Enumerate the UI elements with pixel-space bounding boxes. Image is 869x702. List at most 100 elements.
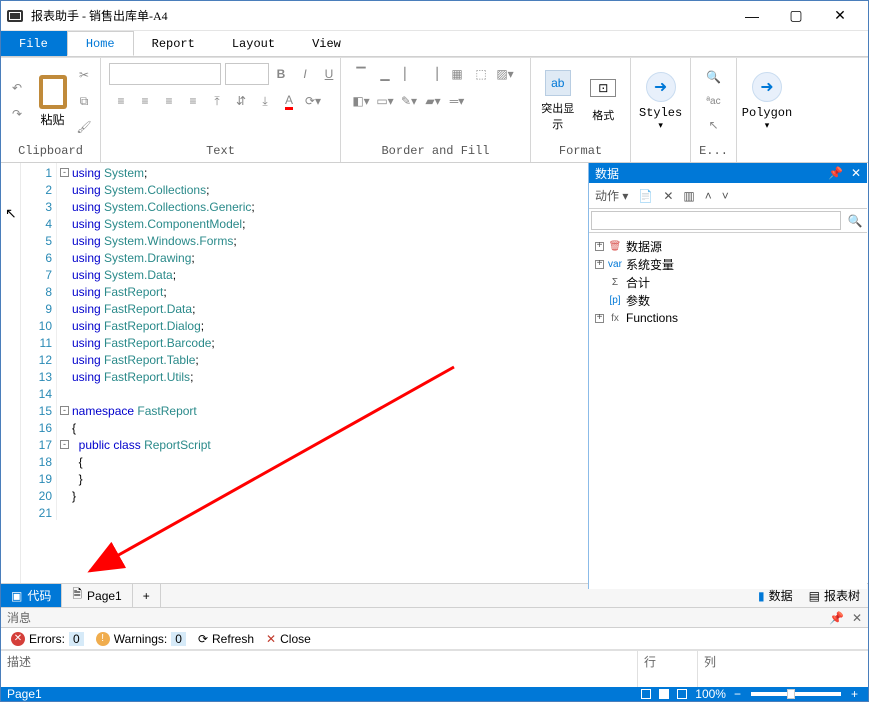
replace-icon[interactable]: ªac xyxy=(703,90,725,112)
italic-icon[interactable]: I xyxy=(294,63,316,85)
messages-close-icon[interactable]: ✕ xyxy=(852,611,862,625)
border-all-icon[interactable]: ▦ xyxy=(446,63,468,85)
rotate-icon[interactable]: ⟳▾ xyxy=(302,90,324,112)
panel-tab-data[interactable]: ▮数据 xyxy=(750,587,801,604)
close-button[interactable]: ✕ xyxy=(818,1,862,31)
tree-item[interactable]: +fxFunctions xyxy=(595,309,861,327)
border-none-icon[interactable]: ⬚ xyxy=(470,63,492,85)
tree-item[interactable]: Σ合计 xyxy=(595,273,861,291)
zoom-slider[interactable] xyxy=(751,692,841,696)
bold-icon[interactable]: B xyxy=(270,63,292,85)
format-painter-icon[interactable]: 🖌 xyxy=(73,116,95,138)
zoom-page-icon[interactable] xyxy=(673,689,691,699)
font-size-select[interactable] xyxy=(225,63,269,85)
search-icon[interactable]: 🔍 xyxy=(843,209,867,232)
group-text-label: Text xyxy=(101,144,340,162)
refresh-icon: ⟳ xyxy=(198,632,208,646)
fill-color-icon[interactable]: ▰▾ xyxy=(422,90,444,112)
moveup-icon[interactable]: ˄ xyxy=(705,189,712,203)
title-bar: 报表助手 - 销售出库单-A4 — ▢ ✕ xyxy=(1,1,868,31)
valign-top-icon[interactable]: ⤒ xyxy=(206,90,228,112)
tab-page1[interactable]: 🗎 Page1 xyxy=(62,584,132,607)
tab-file[interactable]: File xyxy=(1,31,67,56)
zoom-width-icon[interactable] xyxy=(655,689,673,699)
fold-column: - - - xyxy=(56,163,72,583)
align-left-icon[interactable]: ≡ xyxy=(110,90,132,112)
delete-icon[interactable]: ✕ xyxy=(663,189,673,203)
col-column[interactable]: 列 xyxy=(698,651,868,687)
movedown-icon[interactable]: ˅ xyxy=(722,189,729,203)
actions-dropdown[interactable]: 动作 ▾ xyxy=(595,187,628,204)
close-icon: ✕ xyxy=(266,632,276,646)
polygon-icon: ➜ xyxy=(752,72,782,102)
pin-icon[interactable]: 📌 xyxy=(828,166,843,180)
zoom-fit-icon[interactable] xyxy=(637,689,655,699)
maximize-button[interactable]: ▢ xyxy=(774,1,818,31)
valign-bottom-icon[interactable]: ⤓ xyxy=(254,90,276,112)
highlight-button[interactable]: ab 突出显示 xyxy=(535,64,581,138)
format-button[interactable]: ⊡ 格式 xyxy=(581,73,627,129)
minimize-button[interactable]: — xyxy=(730,1,774,31)
col-description[interactable]: 描述 xyxy=(1,651,638,687)
align-justify-icon[interactable]: ≡ xyxy=(182,90,204,112)
view-icon[interactable]: ▥ xyxy=(683,189,694,203)
warnings-badge[interactable]: ! Warnings: 0 xyxy=(92,632,190,646)
tree-item[interactable]: [p]参数 xyxy=(595,291,861,309)
close-messages-button[interactable]: ✕ Close xyxy=(262,632,315,646)
ribbon-tabs: File Home Report Layout View xyxy=(1,31,868,57)
col-line[interactable]: 行 xyxy=(638,651,698,687)
border-width-icon[interactable]: ▭▾ xyxy=(374,90,396,112)
tab-add[interactable]: + xyxy=(133,584,161,607)
tree-item[interactable]: +var系统变量 xyxy=(595,255,861,273)
refresh-button[interactable]: ⟳ Refresh xyxy=(194,632,258,646)
select-icon[interactable]: ↖ xyxy=(703,114,725,136)
data-tree[interactable]: +🗑数据源+var系统变量Σ合计[p]参数+fxFunctions xyxy=(589,233,867,589)
border-right-icon[interactable]: ▕ xyxy=(422,63,444,85)
cut-icon[interactable]: ✂ xyxy=(73,64,95,86)
align-center-icon[interactable]: ≡ xyxy=(134,90,156,112)
errors-badge[interactable]: ✕ Errors: 0 xyxy=(7,632,88,646)
border-bottom-icon[interactable]: ▁ xyxy=(374,63,396,85)
zoom-out-button[interactable]: − xyxy=(730,687,745,701)
tab-layout[interactable]: Layout xyxy=(214,31,294,56)
data-panel: 数据 📌 ✕ 动作 ▾ 📄 ✕ ▥ ˄ ˅ 🔍 +🗑数据源+var系统变量Σ合计… xyxy=(588,163,867,589)
copy-icon[interactable]: ⧉ xyxy=(73,90,95,112)
data-panel-title-bar[interactable]: 数据 📌 ✕ xyxy=(589,163,867,183)
align-right-icon[interactable]: ≡ xyxy=(158,90,180,112)
tree-icon: var xyxy=(608,257,622,271)
code-editor[interactable]: using System;using System.Collections;us… xyxy=(72,163,589,583)
underline-icon[interactable]: U xyxy=(318,63,340,85)
border-toggle-icon[interactable]: ▨▾ xyxy=(494,63,516,85)
border-style-icon[interactable]: ═▾ xyxy=(446,90,468,112)
group-border-label: Border and Fill xyxy=(341,144,530,162)
border-left-icon[interactable]: ▏ xyxy=(398,63,420,85)
panel-close-icon[interactable]: ✕ xyxy=(851,166,861,180)
tree-item[interactable]: +🗑数据源 xyxy=(595,237,861,255)
tab-report[interactable]: Report xyxy=(134,31,214,56)
messages-pin-icon[interactable]: 📌 xyxy=(829,611,844,625)
error-icon: ✕ xyxy=(11,632,25,646)
tab-code[interactable]: ▣ 代码 xyxy=(1,584,62,607)
font-name-select[interactable] xyxy=(109,63,221,85)
panel-tab-reporttree[interactable]: ▤报表树 xyxy=(801,587,868,604)
line-number-gutter: 123456789101112131415161718192021 xyxy=(21,163,56,583)
new-icon[interactable]: 📄 xyxy=(638,189,653,203)
tab-home[interactable]: Home xyxy=(67,31,134,56)
tree-icon: [p] xyxy=(608,293,622,307)
redo-icon[interactable]: ↷ xyxy=(6,103,28,125)
tab-view[interactable]: View xyxy=(294,31,360,56)
fill-icon[interactable]: ◧▾ xyxy=(350,90,372,112)
border-top-icon[interactable]: ▔ xyxy=(350,63,372,85)
messages-title: 消息 xyxy=(7,609,31,626)
line-color-icon[interactable]: ✎▾ xyxy=(398,90,420,112)
polygon-button[interactable]: ➜ Polygon ▾ xyxy=(741,66,793,137)
paste-button[interactable]: 粘贴 xyxy=(33,69,72,134)
zoom-in-button[interactable]: + xyxy=(847,687,862,701)
undo-icon[interactable]: ↶ xyxy=(6,77,28,99)
font-color-icon[interactable]: A xyxy=(278,90,300,112)
data-search-input[interactable] xyxy=(591,211,841,230)
styles-button[interactable]: ➜ Styles ▾ xyxy=(635,66,686,137)
find-icon[interactable]: 🔍 xyxy=(703,66,725,88)
zoom-value: 100% xyxy=(691,687,730,701)
valign-middle-icon[interactable]: ⇵ xyxy=(230,90,252,112)
